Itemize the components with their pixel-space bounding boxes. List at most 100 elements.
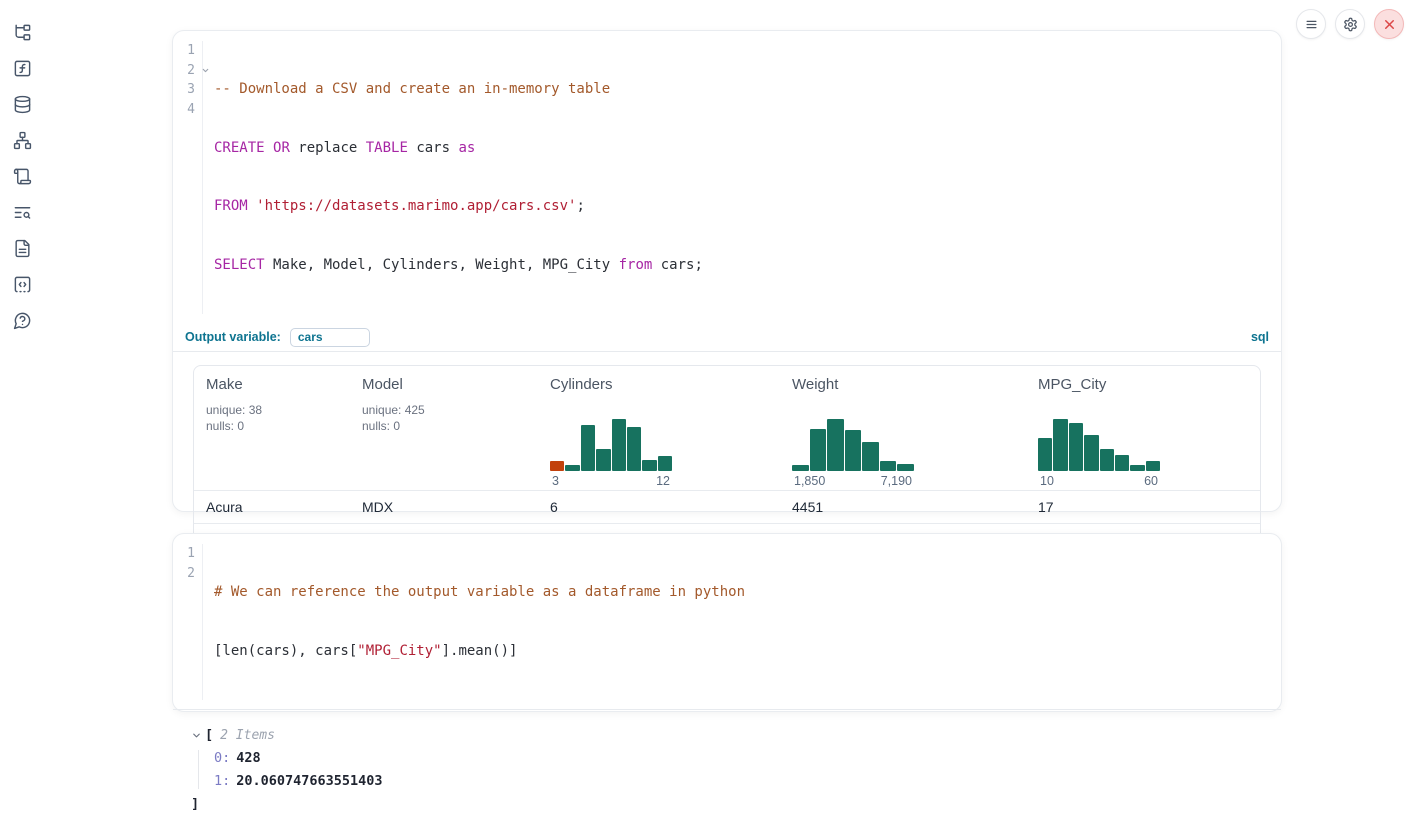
sidebar-item-outline[interactable] [10,164,34,188]
table-cell: Acura [194,499,350,515]
collapse-chevron-icon[interactable] [191,730,202,741]
histogram-bar[interactable] [1100,449,1114,471]
column-header-weight[interactable]: Weight 1,850 7,190 [780,366,1026,490]
menu-icon [1304,17,1319,32]
sidebar-item-variables[interactable] [10,56,34,80]
mpg-city-histogram[interactable] [1038,419,1160,471]
code-line: CREATE OR replace TABLE cars as [214,139,703,159]
sidebar-item-file-explorer[interactable] [10,20,34,44]
histogram-bar[interactable] [550,461,564,471]
menu-button[interactable] [1296,9,1326,39]
column-header-model[interactable]: Model unique: 425 nulls: 0 [350,366,538,490]
sidebar-item-help[interactable] [10,308,34,332]
cylinders-histogram[interactable] [550,419,672,471]
list-items: 0:428 1:20.060747663551403 [191,747,1263,792]
settings-button[interactable] [1335,9,1365,39]
unique-stat: unique: 425 [362,402,538,418]
histogram-bar[interactable] [642,460,656,471]
nulls-stat: nulls: 0 [362,418,538,434]
sidebar-item-logs[interactable] [10,200,34,224]
python-cell: 1 2 # We can reference the output variab… [172,533,1282,712]
table-cell: MDX [350,499,538,515]
histogram-bar[interactable] [827,419,844,471]
code-line: # We can reference the output variable a… [214,583,745,603]
histogram-bar[interactable] [1053,419,1067,471]
column-header-make[interactable]: Make unique: 38 nulls: 0 [194,366,350,490]
histogram-bar[interactable] [1130,465,1144,471]
database-icon [13,95,32,114]
sidebar-item-snippets[interactable] [10,272,34,296]
histogram-bar[interactable] [1038,438,1052,471]
table-row[interactable]: AcuraMDX6445117 [194,490,1260,523]
scroll-icon [13,167,32,186]
histogram-bar[interactable] [862,442,879,471]
close-icon [1382,17,1397,32]
fold-chevron-icon[interactable] [201,66,210,75]
line-number: 2 [187,566,195,581]
language-badge: sql [1251,330,1269,344]
table-header: Make unique: 38 nulls: 0 Model unique: 4… [194,366,1260,490]
table-cell: 6 [538,499,780,515]
file-text-icon [13,239,32,258]
hist-min-label: 3 [552,474,559,488]
network-icon [13,131,32,150]
table-cell: 17 [1026,499,1260,515]
histogram-bar[interactable] [1069,423,1083,471]
item-index: 1: [214,773,230,789]
histogram-bar[interactable] [1115,455,1129,471]
code-line: [len(cars), cars["MPG_City"].mean()] [214,642,745,662]
histogram-bar[interactable] [596,449,610,471]
histogram-bar[interactable] [1084,435,1098,471]
line-number-gutter: 1 2 3 4 [173,41,203,314]
histogram-bar[interactable] [845,430,862,471]
python-output: [ 2 Items 0:428 1:20.060747663551403 ] [173,710,1281,814]
hist-max-label: 60 [1144,474,1158,488]
list-open-bracket: [ [205,727,213,743]
line-number: 3 [187,82,195,97]
column-header-mpg-city[interactable]: MPG_City 10 60 [1026,366,1260,490]
histogram-bar[interactable] [565,465,579,471]
weight-histogram[interactable] [792,419,914,471]
python-comment: # We can reference the output variable a… [214,584,745,600]
histogram-bar[interactable] [880,461,897,471]
code-line: FROM 'https://datasets.marimo.app/cars.c… [214,197,703,217]
list-close-bracket: ] [191,794,1263,814]
function-square-icon [13,59,32,78]
output-variable-row: Output variable: sql [173,323,1281,352]
output-variable-label: Output variable: [185,330,281,344]
code-line: -- Download a CSV and create an in-memor… [214,80,703,100]
histogram-bar[interactable] [658,456,672,471]
marimo-notebook: 1 2 3 4 -- Download a CSV and create an … [0,0,1408,729]
histogram-bar[interactable] [897,464,914,471]
histogram-bar[interactable] [810,429,827,471]
gear-icon [1343,17,1358,32]
output-variable-input[interactable] [290,328,370,347]
histogram-bar[interactable] [1146,461,1160,471]
hist-max-label: 12 [656,474,670,488]
sidebar-item-datasources[interactable] [10,92,34,116]
python-code-editor[interactable]: 1 2 # We can reference the output variab… [173,534,1281,710]
unique-stat: unique: 38 [206,402,350,418]
histogram-bar[interactable] [627,427,641,471]
line-number: 4 [187,102,195,117]
shutdown-button[interactable] [1374,9,1404,39]
snippets-code-icon [13,275,32,294]
sidebar-item-dependencies[interactable] [10,128,34,152]
sql-code-editor[interactable]: 1 2 3 4 -- Download a CSV and create an … [173,31,1281,323]
file-tree-icon [13,23,32,42]
histogram-bar[interactable] [612,419,626,471]
table-cell: 4451 [780,499,1026,515]
code-line: SELECT Make, Model, Cylinders, Weight, M… [214,256,703,276]
item-value: 428 [236,750,260,766]
line-number: 1 [187,546,195,561]
column-header-cylinders[interactable]: Cylinders 3 12 [538,366,780,490]
code-lines: # We can reference the output variable a… [203,544,745,700]
sidebar-item-documentation[interactable] [10,236,34,260]
hist-min-label: 1,850 [794,474,825,488]
histogram-bar[interactable] [792,465,809,471]
line-number: 1 [187,43,195,58]
sidebar [0,0,44,332]
histogram-bar[interactable] [581,425,595,471]
items-count-label: 2 Items [220,728,275,743]
line-number-gutter: 1 2 [173,544,203,700]
